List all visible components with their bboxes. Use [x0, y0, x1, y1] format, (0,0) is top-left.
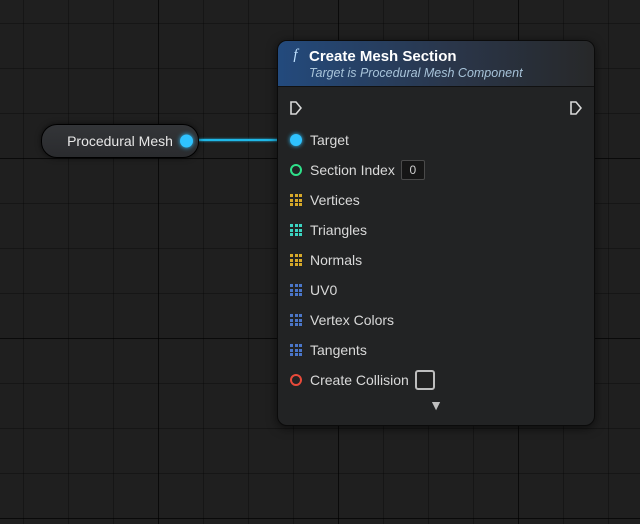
pin-row-tangents: Tangents — [290, 335, 582, 365]
pin-label-section-index: Section Index — [310, 162, 395, 178]
node-title: Create Mesh Section — [309, 48, 457, 65]
pin-label-tangents: Tangents — [310, 342, 367, 358]
input-pin-normals[interactable] — [290, 254, 302, 266]
pin-row-triangles: Triangles — [290, 215, 582, 245]
input-pin-vertices[interactable] — [290, 194, 302, 206]
variable-node-label: Procedural Mesh — [67, 133, 173, 149]
input-pin-section-index[interactable] — [290, 164, 302, 176]
pin-row-target: Target — [290, 125, 582, 155]
pin-label-create-collision: Create Collision — [310, 372, 409, 388]
input-pin-target[interactable] — [290, 134, 302, 146]
node-subtitle: Target is Procedural Mesh Component — [309, 66, 584, 80]
node-body: Target Section Index 0 Vertices Triangle… — [278, 87, 594, 425]
pin-row-create-collision: Create Collision — [290, 365, 582, 395]
section-index-value-input[interactable]: 0 — [401, 160, 425, 180]
node-procedural-mesh-variable[interactable]: Procedural Mesh — [41, 124, 199, 158]
pin-label-triangles: Triangles — [310, 222, 367, 238]
chevron-down-icon: ▼ — [429, 397, 443, 413]
input-pin-triangles[interactable] — [290, 224, 302, 236]
exec-row — [290, 95, 582, 121]
node-header[interactable]: f Create Mesh Section Target is Procedur… — [278, 41, 594, 87]
pin-label-target: Target — [310, 132, 349, 148]
output-pin-procedural-mesh[interactable] — [180, 135, 193, 148]
pin-row-section-index: Section Index 0 — [290, 155, 582, 185]
create-collision-checkbox[interactable] — [415, 370, 435, 390]
wire-procedural-mesh-to-target — [196, 139, 288, 141]
pin-label-normals: Normals — [310, 252, 362, 268]
blueprint-graph-canvas[interactable]: Procedural Mesh f Create Mesh Section Ta… — [0, 0, 640, 524]
pin-row-vertex-colors: Vertex Colors — [290, 305, 582, 335]
pin-row-vertices: Vertices — [290, 185, 582, 215]
pin-label-uv0: UV0 — [310, 282, 337, 298]
exec-output-pin[interactable] — [570, 101, 582, 115]
expand-node-toggle[interactable]: ▼ — [290, 395, 582, 419]
pin-row-uv0: UV0 — [290, 275, 582, 305]
input-pin-create-collision[interactable] — [290, 374, 302, 386]
pin-label-vertex-colors: Vertex Colors — [310, 312, 394, 328]
node-create-mesh-section[interactable]: f Create Mesh Section Target is Procedur… — [277, 40, 595, 426]
pin-row-normals: Normals — [290, 245, 582, 275]
pin-label-vertices: Vertices — [310, 192, 360, 208]
function-icon: f — [288, 49, 303, 64]
exec-input-pin[interactable] — [290, 101, 302, 115]
input-pin-vertex-colors[interactable] — [290, 314, 302, 326]
input-pin-uv0[interactable] — [290, 284, 302, 296]
input-pin-tangents[interactable] — [290, 344, 302, 356]
